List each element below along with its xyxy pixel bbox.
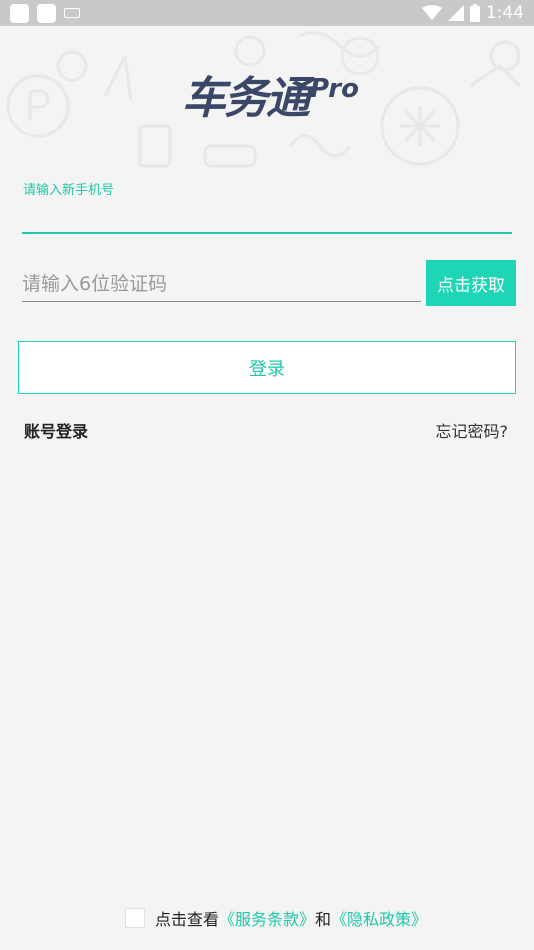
signal-icon bbox=[447, 5, 464, 21]
battery-icon bbox=[469, 4, 480, 22]
agreement-checkbox[interactable] bbox=[125, 908, 145, 928]
agreement-row: 点击查看 《服务条款》 和 《隐私政策》 bbox=[125, 906, 427, 930]
notification-square-icon bbox=[10, 3, 29, 23]
phone-input[interactable] bbox=[22, 198, 512, 234]
login-button[interactable]: 登录 bbox=[18, 341, 516, 394]
code-input[interactable] bbox=[22, 266, 421, 302]
phone-label: 请输入新手机号 bbox=[23, 183, 115, 198]
keyboard-icon bbox=[64, 8, 80, 18]
terms-link[interactable]: 《服务条款》 bbox=[219, 906, 315, 930]
status-time: 1:44 bbox=[485, 3, 524, 23]
app-logo: 车务通 Pro bbox=[182, 72, 359, 126]
get-code-button[interactable]: 点击获取 bbox=[426, 260, 516, 306]
status-left bbox=[10, 3, 80, 23]
privacy-link[interactable]: 《隐私政策》 bbox=[331, 906, 427, 930]
status-right: 1:44 bbox=[421, 3, 524, 23]
agreement-prefix: 点击查看 bbox=[155, 910, 220, 929]
logo-pro-text: Pro bbox=[310, 74, 359, 104]
notification-square-icon bbox=[37, 3, 56, 23]
agreement-and: 和 bbox=[315, 910, 332, 929]
account-login-link[interactable]: 账号登录 bbox=[24, 418, 88, 442]
forgot-password-link[interactable]: 忘记密码? bbox=[436, 418, 509, 442]
status-bar: 1:44 bbox=[0, 0, 534, 26]
wifi-icon bbox=[421, 5, 442, 20]
logo-main-text: 车务通 bbox=[182, 73, 310, 124]
